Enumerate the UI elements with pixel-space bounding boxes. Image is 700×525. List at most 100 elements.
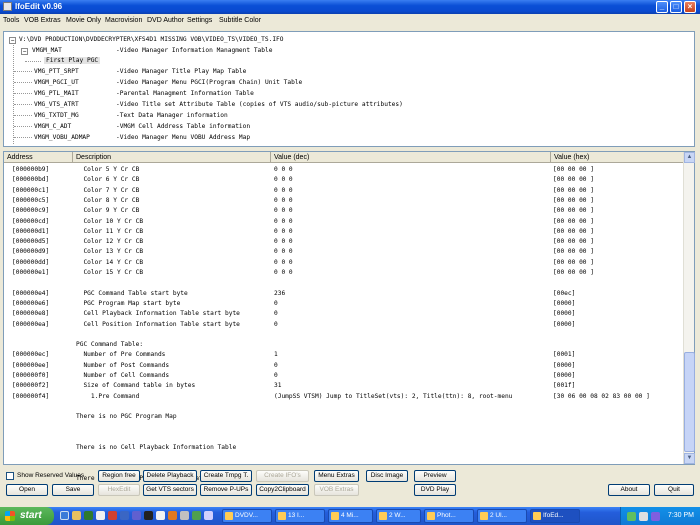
quicklaunch-ie-icon[interactable]	[60, 511, 69, 520]
quicklaunch-media-icon[interactable]	[108, 511, 117, 520]
tree-item-vmg-txtdt-mg[interactable]: VMG_TXTDT_MG	[34, 112, 79, 119]
region-free-button[interactable]: Region free	[98, 470, 140, 482]
tree-item-vmgm-pgci-ut[interactable]: VMGM_PGCI_UT	[34, 79, 79, 86]
column-header-description[interactable]: Description	[73, 152, 271, 163]
quicklaunch-app5-icon[interactable]	[168, 511, 177, 520]
vob-extras-button[interactable]: VOB Extras	[314, 484, 359, 496]
quicklaunch-desktop-icon[interactable]	[96, 511, 105, 520]
table-row[interactable]	[4, 454, 684, 464]
table-row[interactable]	[4, 403, 684, 413]
minimize-button[interactable]: _	[656, 1, 668, 13]
table-row[interactable]	[4, 434, 684, 444]
delete-playback-button[interactable]: Delete Playback	[143, 470, 197, 482]
scroll-down-icon[interactable]: ▼	[684, 453, 695, 464]
menu-macrovision[interactable]: Macrovision	[105, 17, 142, 24]
show-reserved-checkbox[interactable]	[6, 472, 14, 480]
tree-item-first-play-pgc[interactable]: First Play PGC	[44, 57, 101, 64]
disc-image-button[interactable]: Disc Image	[366, 470, 408, 482]
table-row[interactable]: [000000d5] Color 12 Y Cr CB 0 0 0 [00 00 0…	[4, 238, 684, 248]
about-button[interactable]: About	[608, 484, 650, 496]
table-row[interactable]: [000000bd] Color 6 Y Cr CB 0 0 0 [00 00 00…	[4, 176, 684, 186]
quicklaunch-app8-icon[interactable]	[204, 511, 213, 520]
tree-item-vmg-ptl-mait[interactable]: VMG_PTL_MAIT	[34, 90, 79, 97]
tree-item-vmgm-mat[interactable]: VMGM_MAT	[32, 47, 62, 54]
start-button[interactable]: start	[0, 507, 54, 525]
table-row[interactable]: [000000c5] Color 8 Y Cr CB 0 0 0 [00 00 00…	[4, 197, 684, 207]
collapse-vmgm-mat-icon[interactable]: −	[21, 48, 28, 55]
quicklaunch-app-icon[interactable]	[84, 511, 93, 520]
table-row[interactable]: There is no PGC Program Map	[4, 413, 684, 423]
table-row[interactable]: [000000ea] Cell Position Information Tab…	[4, 321, 684, 331]
tree-root-path[interactable]: V:\DVD PRODUCTION\DVDDECRYPTER\XFS4D1 MI…	[19, 36, 284, 43]
table-row[interactable]: There is no Cell Playback Information Ta…	[4, 444, 684, 454]
column-header-address[interactable]: Address	[4, 152, 73, 163]
table-row[interactable]: [000000f0] Number of Cell Commands 0 [0000…	[4, 372, 684, 382]
save-button[interactable]: Save	[52, 484, 94, 496]
menu-subtitle-color[interactable]: Subtitle Color	[219, 17, 261, 24]
dvd-play-button[interactable]: DVD Play	[414, 484, 456, 496]
quicklaunch-app7-icon[interactable]	[192, 511, 201, 520]
taskbar-item-phot[interactable]: Phot...	[424, 509, 474, 523]
column-header-value-hex[interactable]: Value (hex)	[551, 152, 684, 163]
taskbar-item-13i[interactable]: 13 I...	[275, 509, 325, 523]
table-row[interactable]: [000000e1] Color 15 Y Cr CB 0 0 0 [00 00 0…	[4, 269, 684, 279]
taskbar-item-ifoedit[interactable]: IfoEd...	[530, 509, 580, 523]
table-row[interactable]: [000000c9] Color 9 Y Cr CB 0 0 0 [00 00 00…	[4, 207, 684, 217]
quicklaunch-app6-icon[interactable]	[180, 511, 189, 520]
tree-item-vmg-vts-atrt[interactable]: VMG_VTS_ATRT	[34, 101, 79, 108]
vertical-scrollbar[interactable]: ▲ ▼	[683, 152, 695, 464]
quicklaunch-folder-icon[interactable]	[72, 511, 81, 520]
tree-item-vmgm-vobu-admap[interactable]: VMGM_VOBU_ADMAP	[34, 134, 90, 141]
table-row[interactable]: [000000d9] Color 13 Y Cr CB 0 0 0 [00 00 0…	[4, 248, 684, 258]
table-row[interactable]: [000000c1] Color 7 Y Cr CB 0 0 0 [00 00 00…	[4, 187, 684, 197]
table-row[interactable]	[4, 279, 684, 289]
tray-icon-1[interactable]	[627, 512, 636, 521]
maximize-button[interactable]: □	[670, 1, 682, 13]
quicklaunch-app4-icon[interactable]	[156, 511, 165, 520]
tray-icon-2[interactable]	[639, 512, 648, 521]
copy-to-clipboard-button[interactable]: Copy2Clipboard	[256, 484, 309, 496]
close-button[interactable]: ×	[684, 1, 696, 13]
table-row[interactable]: [000000d1] Color 11 Y Cr CB 0 0 0 [00 00 0…	[4, 228, 684, 238]
taskbar-item-2ul[interactable]: 2 Ul...	[477, 509, 527, 523]
table-row[interactable]: [000000e4] PGC Command Table start byte 2…	[4, 290, 684, 300]
table-row[interactable]	[4, 424, 684, 434]
table-row[interactable]: [000000f2] Size of Command table in byte…	[4, 382, 684, 392]
create-tmpg-button[interactable]: Create Tmpg T.	[200, 470, 252, 482]
tray-icon-3[interactable]	[651, 512, 660, 521]
column-header-value-dec[interactable]: Value (dec)	[271, 152, 551, 163]
table-row[interactable]: [000000cd] Color 10 Y Cr CB 0 0 0 [00 00 0…	[4, 218, 684, 228]
remove-pups-button[interactable]: Remove P-UPs	[200, 484, 252, 496]
quicklaunch-app2-icon[interactable]	[132, 511, 141, 520]
table-row[interactable]: PGC Command Table:	[4, 341, 684, 351]
scroll-up-icon[interactable]: ▲	[684, 152, 695, 163]
menu-movie-only[interactable]: Movie Only	[66, 17, 101, 24]
table-row[interactable]: [000000f4] 1.Pre Command (JumpSS VTSM) Ju…	[4, 393, 684, 403]
get-vts-sectors-button[interactable]: Get VTS sectors	[143, 484, 197, 496]
table-row[interactable]: [000000ee] Number of Post Commands 0 [0000…	[4, 362, 684, 372]
menu-settings[interactable]: Settings	[187, 17, 212, 24]
scroll-thumb[interactable]	[684, 352, 695, 452]
table-row[interactable]: [000000e6] PGC Program Map start byte 0 [0…	[4, 300, 684, 310]
table-row[interactable]: [000000b9] Color 5 Y Cr CB 0 0 0 [00 00 00…	[4, 166, 684, 176]
table-row[interactable]: [000000dd] Color 14 Y Cr CB 0 0 0 [00 00 0…	[4, 259, 684, 269]
quicklaunch-app3-icon[interactable]	[144, 511, 153, 520]
tree-item-vmgm-c-adt[interactable]: VMGM_C_ADT	[34, 123, 71, 130]
open-button[interactable]: Open	[6, 484, 48, 496]
menu-vob-extras[interactable]: VOB Extras	[24, 17, 61, 24]
menu-tools[interactable]: Tools	[3, 17, 19, 24]
quit-button[interactable]: Quit	[654, 484, 694, 496]
taskbar-item-4mi[interactable]: 4 Mi...	[328, 509, 373, 523]
preview-button[interactable]: Preview	[414, 470, 456, 482]
hexedit-button[interactable]: HexEdit	[98, 484, 140, 496]
table-row[interactable]: [000000e8] Cell Playback Information Tab…	[4, 310, 684, 320]
ifo-tree[interactable]: − V:\DVD PRODUCTION\DVDDECRYPTER\XFS4D1 …	[3, 31, 695, 147]
table-row[interactable]: [000000ec] Number of Pre Commands 1 [0001]	[4, 351, 684, 361]
create-ifos-button[interactable]: Create IFO's	[256, 470, 309, 482]
menu-dvd-author[interactable]: DVD Author	[147, 17, 184, 24]
taskbar-item-dvdv[interactable]: DVDV...	[222, 509, 272, 523]
tree-item-vmg-ptt-srpt[interactable]: VMG_PTT_SRPT	[34, 68, 79, 75]
menu-extras-button[interactable]: Menu Extras	[314, 470, 359, 482]
collapse-root-icon[interactable]: −	[9, 37, 16, 44]
ifo-data-table[interactable]: Address Description Value (dec) Value (h…	[3, 151, 695, 482]
